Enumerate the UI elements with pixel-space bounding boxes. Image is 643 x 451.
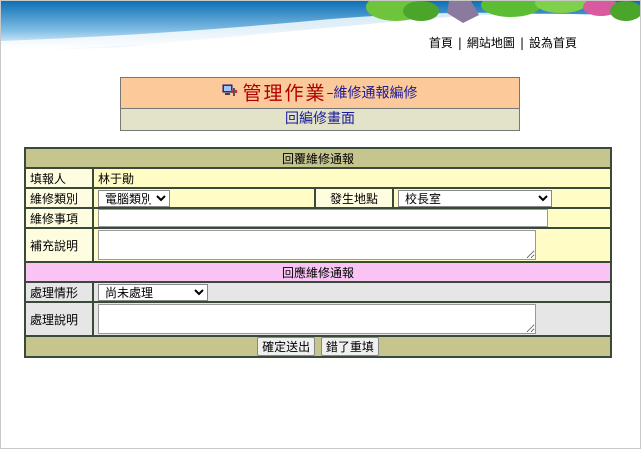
item-input[interactable] <box>98 209 548 227</box>
category-label: 維修類別 <box>24 187 94 209</box>
status-select[interactable]: 尚未處理 <box>98 283 208 301</box>
nav-home-link[interactable]: 首頁 <box>429 36 453 50</box>
page-title: 管理作業 <box>242 82 327 105</box>
submit-button[interactable]: 確定送出 <box>257 337 316 356</box>
response-section-header: 回應維修通報 <box>24 261 612 283</box>
process-cell <box>92 301 612 337</box>
reporter-label: 填報人 <box>24 167 94 189</box>
reset-button[interactable]: 錯了重填 <box>320 337 379 356</box>
back-to-edit-link[interactable]: 回編修畫面 <box>285 111 355 127</box>
item-label: 維修事項 <box>24 207 94 229</box>
top-nav: 首頁 | 網站地圖 | 設為首頁 <box>429 34 577 51</box>
nav-sitemap-link[interactable]: 網站地圖 <box>467 36 515 50</box>
category-cell: 電腦類別 <box>92 187 316 209</box>
title-dash: – <box>326 85 334 102</box>
repair-form: 回覆維修通報 填報人 林于勛 維修類別 電腦類別 發生地點 校長室 維修事項 補… <box>24 147 612 358</box>
location-cell: 校長室 <box>392 187 612 209</box>
status-cell: 尚未處理 <box>92 281 612 303</box>
note-cell <box>92 227 612 263</box>
process-label: 處理說明 <box>24 301 94 337</box>
location-select[interactable]: 校長室 <box>398 189 552 207</box>
process-textarea[interactable] <box>98 304 536 334</box>
page-subtitle: 維修通報編修 <box>333 85 418 102</box>
note-label: 補充說明 <box>24 227 94 263</box>
note-textarea[interactable] <box>98 230 536 260</box>
location-label: 發生地點 <box>314 187 394 209</box>
nav-separator: | <box>457 36 462 50</box>
back-link-box: 回編修畫面 <box>120 109 520 131</box>
wrench-computer-icon <box>222 79 238 109</box>
category-select[interactable]: 電腦類別 <box>98 189 170 207</box>
nav-set-homepage-link[interactable]: 設為首頁 <box>529 36 577 50</box>
nav-separator: | <box>519 36 524 50</box>
reply-section-header: 回覆維修通報 <box>24 147 612 169</box>
status-label: 處理情形 <box>24 281 94 303</box>
page-title-box: 管理作業–維修通報編修 <box>120 77 520 109</box>
form-footer: 確定送出 錯了重填 <box>24 335 612 358</box>
reporter-value: 林于勛 <box>92 167 612 189</box>
item-cell <box>92 207 612 229</box>
